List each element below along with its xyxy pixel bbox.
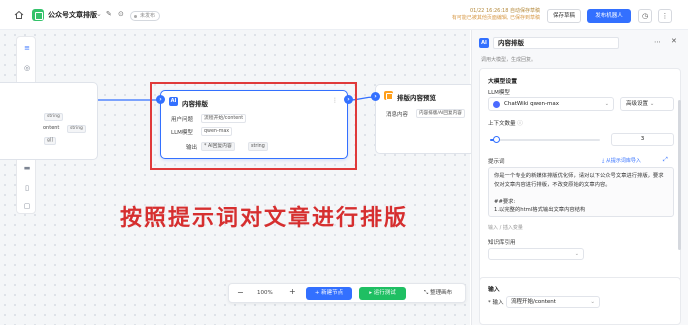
add-node-button[interactable]: + 新建节点 [306, 287, 352, 300]
node-field-value: qwen-max [201, 127, 233, 136]
node-field-value: 流程开始/content [201, 114, 247, 123]
type-tag: string [44, 113, 63, 121]
zoom-in-button[interactable]: + [289, 287, 296, 296]
slider-handle[interactable] [492, 136, 500, 143]
node-field-label: 消息内容 [386, 112, 409, 118]
canvas-toolbar: − 100% + + 新建节点 ▸ 运行测试 ⤡ 整理画布 [228, 283, 466, 303]
section-title: 大模型设置 [488, 79, 517, 85]
context-slider[interactable] [490, 136, 600, 143]
node-settings-panel: AI 内容排版 ⋯ ✕ 调用大模型，生成回复。 大模型设置 LLM模型 Chat… [471, 30, 688, 325]
prompt-hint: 输入 / 插入变量 [488, 225, 523, 231]
close-icon[interactable]: ✕ [671, 37, 677, 45]
llm-label: LLM模型 [488, 90, 510, 96]
expand-icon[interactable]: ⤢ [663, 156, 668, 164]
zoom-out-button[interactable]: − [237, 288, 244, 297]
model-logo-icon [493, 101, 500, 108]
knowledge-select[interactable]: ⌄ [488, 248, 584, 260]
input-variable-select[interactable]: 流程开始/content ⌄ [506, 296, 600, 308]
type-tag: g[] [44, 137, 57, 145]
prompt-text: 你是一个专业的新媒体排版优化师，请对以下公众号文章进行排版，要求仅对文章内容进行… [494, 173, 664, 213]
node-field-value: * AI回复内容 [201, 142, 235, 151]
tidy-canvas-button[interactable]: ⤡ 整理画布 [413, 287, 463, 300]
content-layout-node[interactable]: AI 内容排版 ⋮ 用户问题 流程开始/content LLM模型 qwen-m… [160, 90, 348, 159]
preview-node[interactable]: 排版内容预览 消息内容 内容排版/AI回复内容 [375, 84, 475, 154]
preview-icon [384, 91, 393, 100]
output-prefix-icon: * [204, 144, 207, 149]
field-label: ontent [43, 125, 60, 131]
download-icon: ⤓ [602, 158, 605, 164]
advanced-settings-button[interactable]: 高级设置 ⌄ [620, 97, 674, 111]
run-test-button[interactable]: ▸ 运行测试 [359, 287, 406, 300]
node-field-label: LLM模型 [171, 130, 193, 136]
panel-scrollbar[interactable] [678, 100, 681, 250]
context-count-input[interactable]: 3 [611, 133, 674, 146]
input-card: 输入 * 输入 流程开始/content ⌄ [479, 277, 681, 325]
input-field-label: * 输入 [488, 300, 504, 306]
model-settings-card: 大模型设置 LLM模型 ChatWiki qwen-max ⌄ 高级设置 ⌄ 上… [479, 68, 681, 293]
knowledge-label: 知识库引用 [488, 240, 516, 246]
node-title: 内容排版 [182, 100, 208, 108]
output-value: AI回复内容 [207, 144, 232, 149]
annotation-text: 按照提示词对文章进行排版 [120, 205, 409, 231]
tidy-icon: ⤡ [423, 290, 429, 296]
prompt-import-link[interactable]: ⤓ 从提示词库导入 [602, 157, 641, 164]
node-field-label: 用户问题 [171, 117, 194, 123]
context-label-text: 上下文数量 [488, 121, 516, 127]
prompt-label: 提示词 [488, 159, 505, 165]
type-tag: string [67, 125, 86, 133]
type-tag: string [248, 142, 268, 151]
chevron-down-icon: ⌄ [604, 101, 609, 107]
input-port-icon[interactable]: › [156, 95, 165, 104]
node-description: 调用大模型，生成回复。 [481, 57, 537, 63]
context-label: 上下文数量 ⓘ [488, 119, 523, 127]
start-node[interactable]: string ontent string g[] [0, 82, 98, 160]
input-port-icon[interactable]: › [371, 92, 380, 101]
chevron-down-icon: ⌄ [590, 299, 595, 305]
output-port-icon[interactable]: › [344, 95, 353, 104]
more-icon[interactable]: ⋮ [332, 97, 338, 104]
prompt-import-label: 从提示词库导入 [605, 158, 641, 164]
tidy-label: 整理画布 [430, 290, 453, 296]
chevron-down-icon: ⌄ [574, 251, 579, 257]
more-icon[interactable]: ⋯ [654, 38, 661, 46]
zoom-level: 100% [257, 290, 273, 296]
input-variable-value: 流程开始/content [511, 299, 556, 305]
node-title: 排版内容预览 [397, 94, 436, 102]
model-name: ChatWiki qwen-max [504, 101, 559, 107]
node-name-input[interactable]: 内容排版 [493, 37, 619, 49]
prompt-textarea[interactable]: 你是一个专业的新媒体排版优化师，请对以下公众号文章进行排版，要求仅对文章内容进行… [488, 167, 674, 217]
ai-icon: AI [169, 97, 178, 106]
chevron-down-icon: ⌄ [649, 101, 655, 107]
section-title: 输入 [488, 287, 500, 293]
node-field-label: 输出 [186, 145, 198, 151]
ai-icon: AI [479, 38, 489, 48]
node-field-value: 内容排版/AI回复内容 [416, 109, 465, 118]
model-select[interactable]: ChatWiki qwen-max ⌄ [488, 97, 614, 111]
advanced-settings-label: 高级设置 [626, 101, 649, 107]
help-icon[interactable]: ⓘ [517, 121, 523, 127]
